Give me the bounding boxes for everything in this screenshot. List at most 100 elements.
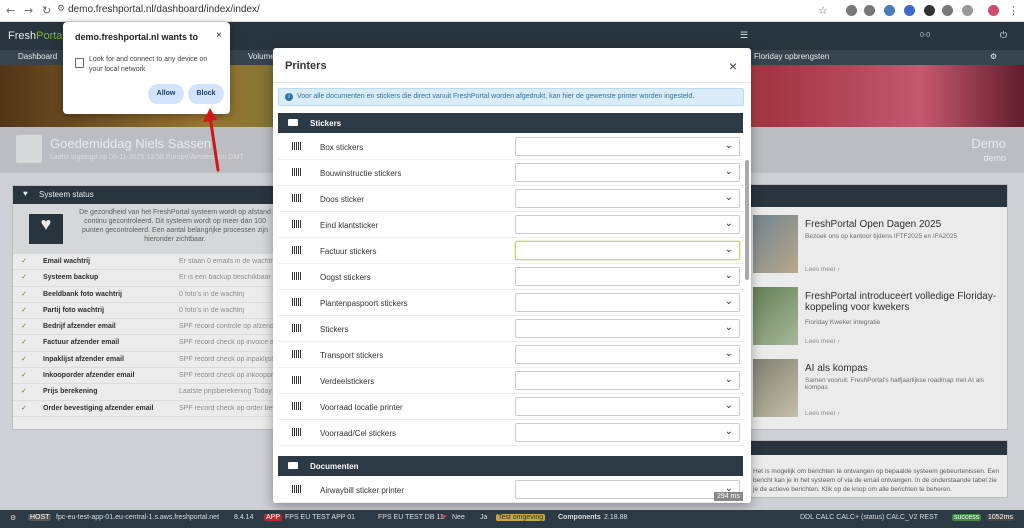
back-icon[interactable]: ← [6, 4, 15, 17]
extension-icon[interactable] [924, 5, 935, 16]
site-info-icon[interactable]: ⚙ [57, 4, 65, 14]
chevron-down-icon: ⌄ [724, 322, 733, 333]
heart-icon: ♥ [442, 514, 447, 521]
printer-label: Voorraad/Cel stickers [320, 429, 397, 438]
printer-select[interactable]: ⌄ [515, 293, 740, 312]
printer-select[interactable]: ⌄ [515, 267, 740, 286]
app-value: FPS EU TEST APP 01 [285, 514, 356, 521]
printer-label: Box stickers [320, 143, 364, 152]
popup-close-button[interactable]: × [216, 30, 222, 41]
address-bar[interactable]: demo.freshportal.nl/dashboard/index/inde… [68, 4, 260, 15]
printer-label: Eind klantsticker [320, 221, 379, 230]
extension-icon[interactable] [864, 5, 875, 16]
browser-toolbar: ← → ↻ ⚙ demo.freshportal.nl/dashboard/in… [0, 0, 1024, 22]
printer-row: Stickers ⌄ [278, 316, 743, 342]
chevron-down-icon: ⌄ [724, 166, 733, 177]
block-button[interactable]: Block [188, 84, 224, 104]
app-tag: APP [264, 514, 283, 521]
printer-icon [288, 462, 298, 469]
version: 2.18.88 [604, 514, 628, 521]
barcode-icon [292, 246, 302, 254]
chevron-down-icon: ⌄ [724, 374, 733, 385]
printer-select[interactable]: ⌄ [515, 345, 740, 364]
status-bar: ⚙ HOST fpc-eu-test-app-01.eu-central-1.s… [0, 510, 1024, 528]
permission-popup: demo.freshportal.nl wants to × Look for … [63, 22, 230, 114]
barcode-icon [292, 220, 302, 228]
profile-avatar[interactable] [988, 5, 999, 16]
settings-icon[interactable]: ⚙ [10, 514, 16, 522]
printer-row: Airwaybill sticker printer ⌄ [278, 477, 743, 503]
divider [273, 82, 751, 83]
printer-select[interactable]: ⌄ [515, 423, 740, 442]
extension-icon[interactable] [904, 5, 915, 16]
printer-row: Eind klantsticker ⌄ [278, 212, 743, 238]
scrollbar[interactable] [745, 160, 749, 280]
components-label[interactable]: Components [558, 514, 601, 521]
reload-icon[interactable]: ↻ [42, 4, 51, 17]
printer-select[interactable]: ⌄ [515, 397, 740, 416]
printer-icon [288, 119, 298, 126]
printer-select[interactable]: ⌄ [515, 371, 740, 390]
timing-badge: 1052ms [986, 514, 1015, 521]
printer-label: Verdeelstickers [320, 377, 375, 386]
barcode-icon [292, 402, 302, 410]
chevron-down-icon: ⌄ [724, 400, 733, 411]
printers-modal: Printers × i Voor alle documenten en sti… [273, 48, 751, 503]
printer-label: Transport stickers [320, 351, 384, 360]
modal-close-button[interactable]: × [729, 58, 737, 74]
printer-select[interactable]: ⌄ [515, 163, 740, 182]
chevron-down-icon: ⌄ [724, 218, 733, 229]
barcode-icon [292, 142, 302, 150]
extensions-puzzle-icon[interactable] [962, 5, 973, 16]
popup-text: Look for and connect to any device on yo… [89, 56, 208, 73]
forward-icon[interactable]: → [24, 4, 33, 17]
printer-select[interactable]: ⌄ [515, 480, 740, 499]
printer-row: Plantenpaspoort stickers ⌄ [278, 290, 743, 316]
info-icon: i [285, 93, 293, 101]
status-nee: Nee [452, 514, 465, 521]
db-value: FPS EU TEST DB 11 [378, 514, 444, 521]
printer-label: Doos sticker [320, 195, 365, 204]
success-badge: success [952, 514, 982, 521]
chevron-down-icon: ⌄ [724, 192, 733, 203]
printer-row: Transport stickers ⌄ [278, 342, 743, 368]
chevron-down-icon: ⌄ [724, 296, 733, 307]
annotation-arrow [203, 108, 220, 172]
printer-select[interactable]: ⌄ [515, 215, 740, 234]
popup-title: demo.freshportal.nl wants to [75, 32, 199, 42]
printer-select[interactable]: ⌄ [515, 241, 740, 260]
printer-label: Factuur stickers [320, 247, 377, 256]
printer-row: Oogst stickers ⌄ [278, 264, 743, 290]
section-stickers: Stickers [278, 113, 743, 133]
extension-icon[interactable] [846, 5, 857, 16]
barcode-icon [292, 298, 302, 306]
section-documents: Documenten [278, 456, 743, 476]
barcode-icon [292, 350, 302, 358]
printer-row: Voorraad locatie printer ⌄ [278, 394, 743, 420]
browser-menu-icon[interactable]: ⋮ [1008, 4, 1019, 17]
barcode-icon [292, 324, 302, 332]
chevron-down-icon: ⌄ [724, 270, 733, 281]
printer-label: Plantenpaspoort stickers [320, 299, 408, 308]
chevron-down-icon: ⌄ [724, 244, 733, 255]
printer-select[interactable]: ⌄ [515, 137, 740, 156]
extension-icon[interactable] [884, 5, 895, 16]
timing-badge: 294 ms [714, 492, 743, 501]
extension-icon[interactable] [942, 5, 953, 16]
barcode-icon [292, 168, 302, 176]
status-ja: Ja [480, 514, 488, 521]
printer-row: Doos sticker ⌄ [278, 186, 743, 212]
bookmark-star-icon[interactable]: ☆ [818, 4, 828, 17]
printer-row: Box stickers ⌄ [278, 134, 743, 160]
printer-row: Voorraad/Cel stickers ⌄ [278, 420, 743, 446]
printer-row: Bouwinstructie stickers ⌄ [278, 160, 743, 186]
host-tag: HOST [28, 514, 52, 521]
info-alert: i Voor alle documenten en stickers die d… [278, 88, 744, 106]
allow-button[interactable]: Allow [148, 84, 184, 104]
printer-select[interactable]: ⌄ [515, 189, 740, 208]
printer-label: Oogst stickers [320, 273, 371, 282]
chevron-down-icon: ⌄ [724, 140, 733, 151]
barcode-icon [292, 428, 302, 436]
printer-select[interactable]: ⌄ [515, 319, 740, 338]
printer-row: Factuur stickers ⌄ [278, 238, 743, 264]
